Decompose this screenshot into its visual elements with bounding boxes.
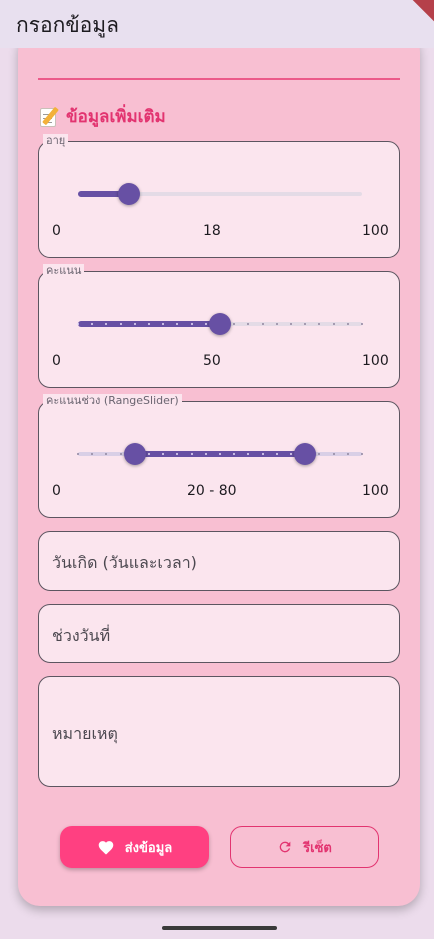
age-slider-label: อายุ — [43, 134, 69, 148]
score-value-label: 50 — [203, 353, 221, 369]
slider-tick — [346, 323, 349, 325]
section-title-text: ข้อมูลเพิ่มเติม — [66, 107, 166, 127]
range-slider-end-thumb[interactable] — [294, 443, 317, 465]
slider-tick — [290, 323, 292, 325]
memo-icon — [40, 106, 60, 128]
age-slider-field: อายุ 0 18 100 — [38, 134, 400, 258]
app-bar: กรอกข้อมูล — [0, 0, 434, 48]
slider-tick — [219, 453, 221, 455]
slider-tick — [204, 323, 207, 325]
date-range-field[interactable]: ช่วงวันที่ — [38, 604, 400, 663]
score-min-label: 0 — [52, 353, 61, 369]
age-max-label: 100 — [362, 223, 389, 239]
score-max-label: 100 — [362, 353, 389, 369]
slider-tick — [261, 453, 264, 455]
slider-tick — [148, 323, 150, 325]
heart-icon — [98, 841, 114, 855]
birthdate-placeholder: วันเกิด (วันและเวลา) — [52, 553, 197, 572]
slider-tick — [290, 453, 292, 455]
range-min-label: 0 — [52, 483, 61, 499]
slider-tick — [77, 453, 79, 455]
age-value-label: 18 — [203, 223, 221, 239]
reset-button-label: รีเซ็ต — [303, 840, 332, 856]
range-slider-label: คะแนนช่วง (RangeSlider) — [43, 394, 182, 408]
slider-tick — [190, 323, 193, 325]
score-slider-field: คะแนน 0 50 100 — [38, 264, 400, 388]
age-slider-thumb[interactable] — [118, 183, 141, 205]
slider-tick — [77, 323, 79, 325]
note-field[interactable]: หมายเหตุ — [38, 676, 400, 787]
submit-button[interactable]: ส่งข้อมูล — [60, 826, 209, 868]
score-slider-label: คะแนน — [43, 264, 85, 278]
slider-tick — [332, 453, 335, 455]
slider-tick — [204, 453, 207, 455]
slider-tick — [190, 453, 193, 455]
section-title: ข้อมูลเพิ่มเติม — [40, 103, 166, 130]
slider-tick — [332, 323, 335, 325]
slider-tick — [275, 453, 278, 455]
slider-tick — [261, 323, 264, 325]
slider-tick — [119, 453, 122, 455]
home-indicator — [162, 926, 277, 930]
birthdate-field[interactable]: วันเกิด (วันและเวลา) — [38, 531, 400, 591]
range-slider-start-thumb[interactable] — [123, 443, 146, 465]
range-slider-field: คะแนนช่วง (RangeSlider) 0 20 - 80 100 — [38, 394, 400, 518]
slider-tick — [119, 323, 122, 325]
refresh-icon — [279, 841, 291, 853]
slider-tick — [346, 453, 349, 455]
note-placeholder: หมายเหตุ — [52, 724, 118, 743]
reset-button[interactable]: รีเซ็ต — [230, 826, 379, 868]
score-slider-thumb[interactable] — [209, 313, 231, 335]
divider — [38, 78, 400, 80]
page-title: กรอกข้อมูล — [16, 13, 120, 37]
submit-button-label: ส่งข้อมูล — [124, 840, 173, 856]
slider-tick — [148, 453, 150, 455]
slider-tick — [361, 453, 363, 455]
range-value-label: 20 - 80 — [187, 483, 237, 499]
slider-tick — [275, 323, 278, 325]
range-max-label: 100 — [362, 483, 389, 499]
slider-tick — [361, 323, 363, 325]
date-range-placeholder: ช่วงวันที่ — [52, 626, 111, 645]
slider-tick — [133, 323, 136, 325]
age-min-label: 0 — [52, 223, 61, 239]
